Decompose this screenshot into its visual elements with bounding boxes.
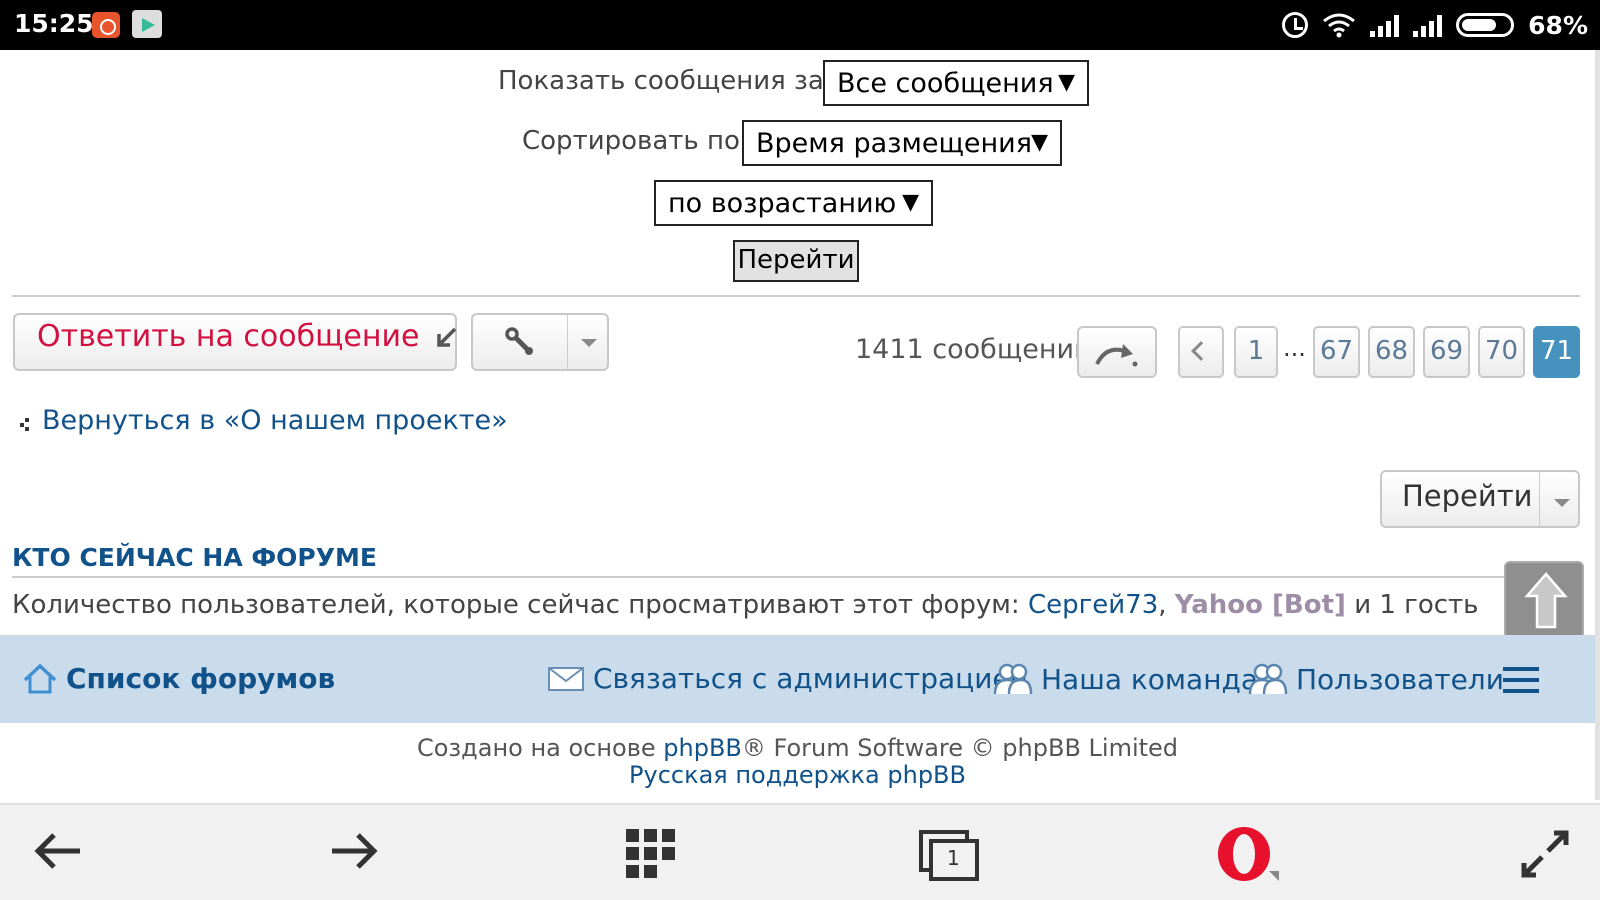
back-to-forum-link[interactable]: Вернуться в «О нашем проекте» (18, 405, 508, 436)
sort-by-value: Время размещения (756, 128, 1032, 159)
who-online-text: Количество пользователей, которые сейчас… (12, 590, 1479, 620)
chevron-down-icon (1554, 499, 1570, 507)
alarm-icon (1282, 12, 1309, 38)
show-posts-value: Все сообщения (837, 68, 1054, 99)
wrench-icon (505, 327, 533, 355)
browser-toolbar: 1 (0, 803, 1600, 900)
nav-team[interactable]: Наша команда (993, 662, 1258, 696)
topic-tools-button[interactable] (471, 313, 609, 371)
signal-icon-2 (1413, 13, 1443, 37)
russian-support-link[interactable]: Русская поддержка phpBB (0, 761, 1595, 789)
opera-menu-icon[interactable] (1213, 825, 1283, 883)
tab-count: 1 (947, 846, 960, 870)
sort-by-label: Сортировать по: (522, 126, 749, 156)
dropdown-arrow-icon: ▼ (902, 190, 919, 215)
group-icon (993, 663, 1033, 695)
prev-page-button[interactable] (1178, 326, 1224, 378)
show-posts-label: Показать сообщения за: (498, 66, 833, 96)
nav-members-label: Пользователи (1296, 662, 1504, 696)
page-scroll-edge (1595, 50, 1600, 800)
nav-forum-index-label: Список форумов (66, 662, 336, 695)
sort-order-select[interactable]: по возрастанию ▼ (654, 180, 933, 226)
phpbb-link[interactable]: phpBB (663, 734, 742, 762)
arrow-up-icon (1524, 572, 1568, 629)
signal-icon (1370, 13, 1400, 37)
pagination-ellipsis: ... (1283, 334, 1306, 362)
reply-button[interactable]: Ответить на сообщение (13, 313, 457, 371)
tabs-button[interactable]: 1 (918, 829, 980, 881)
footer-credits: Создано на основе phpBB® Forum Software … (0, 734, 1595, 762)
dropdown-arrow-icon: ▼ (1058, 70, 1075, 95)
status-time: 15:25 (14, 9, 94, 38)
back-link-label: Вернуться в «О нашем проекте» (42, 405, 508, 436)
footer-created-suffix: ® Forum Software © phpBB Limited (741, 734, 1179, 762)
sort-by-select[interactable]: Время размещения ▼ (742, 120, 1062, 166)
reply-label: Ответить на сообщение (37, 319, 420, 354)
page-68[interactable]: 68 (1368, 326, 1415, 378)
footer-created-prefix: Создано на основе (416, 734, 664, 762)
user-link-yahoo-bot[interactable]: Yahoo [Bot] (1175, 590, 1346, 620)
user-link-sergey73[interactable]: Сергей73 (1028, 590, 1158, 620)
user-separator: , (1158, 590, 1175, 620)
status-bar: 15:25 68% (0, 0, 1600, 50)
fullscreen-icon[interactable] (1520, 829, 1570, 879)
scroll-to-top-button[interactable] (1504, 561, 1584, 639)
page-70[interactable]: 70 (1478, 326, 1525, 378)
envelope-icon (548, 666, 584, 691)
back-arrow-icon (20, 418, 29, 431)
play-store-icon (132, 10, 162, 38)
status-indicators: 68% (1282, 10, 1588, 40)
show-posts-select[interactable]: Все сообщения ▼ (823, 60, 1089, 106)
who-online-prefix: Количество пользователей, которые сейчас… (12, 590, 1028, 620)
page-67[interactable]: 67 (1313, 326, 1360, 378)
button-separator (1539, 472, 1540, 526)
who-online-title: КТО СЕЙЧАС НА ФОРУМЕ (12, 543, 377, 572)
jump-to-label: Перейти (1402, 479, 1533, 513)
dropdown-arrow-icon: ▼ (1031, 130, 1048, 155)
sort-order-value: по возрастанию (668, 188, 897, 219)
sort-submit-button[interactable]: Перейти (733, 240, 859, 282)
nav-team-label: Наша команда (1041, 662, 1259, 696)
group-icon (1248, 663, 1288, 695)
back-arrow-icon[interactable] (32, 827, 84, 875)
divider (12, 295, 1580, 297)
speed-dial-grid-icon[interactable] (626, 829, 676, 879)
jump-to-page-button[interactable] (1077, 326, 1157, 378)
menu-icon[interactable] (1503, 667, 1539, 693)
chevron-left-icon (1191, 341, 1211, 361)
chevron-down-icon (581, 339, 597, 347)
who-online-suffix: и 1 гость (1345, 590, 1479, 620)
jump-to-forum-button[interactable]: Перейти (1380, 470, 1580, 528)
nav-contact-admin[interactable]: Связаться с администрацией (547, 662, 1028, 695)
nav-members[interactable]: Пользователи (1248, 662, 1504, 696)
battery-icon (1456, 13, 1515, 37)
page-69[interactable]: 69 (1423, 326, 1470, 378)
page-1[interactable]: 1 (1234, 326, 1278, 378)
footer-navbar: Список форумов Связаться с администрацие… (0, 635, 1595, 723)
divider (12, 576, 1577, 578)
nav-contact-admin-label: Связаться с администрацией (593, 662, 1028, 695)
button-separator (567, 315, 568, 369)
reply-arrow-icon (437, 327, 457, 347)
wifi-icon (1323, 13, 1356, 38)
post-count: 1411 сообщений (855, 334, 1092, 365)
jump-arrow-icon (1095, 344, 1138, 367)
camera-app-icon (92, 12, 120, 38)
home-icon (23, 663, 57, 693)
battery-percent: 68% (1528, 10, 1588, 40)
forward-arrow-icon[interactable] (328, 827, 380, 875)
nav-forum-index[interactable]: Список форумов (22, 662, 335, 695)
page-71-current[interactable]: 71 (1533, 326, 1580, 378)
